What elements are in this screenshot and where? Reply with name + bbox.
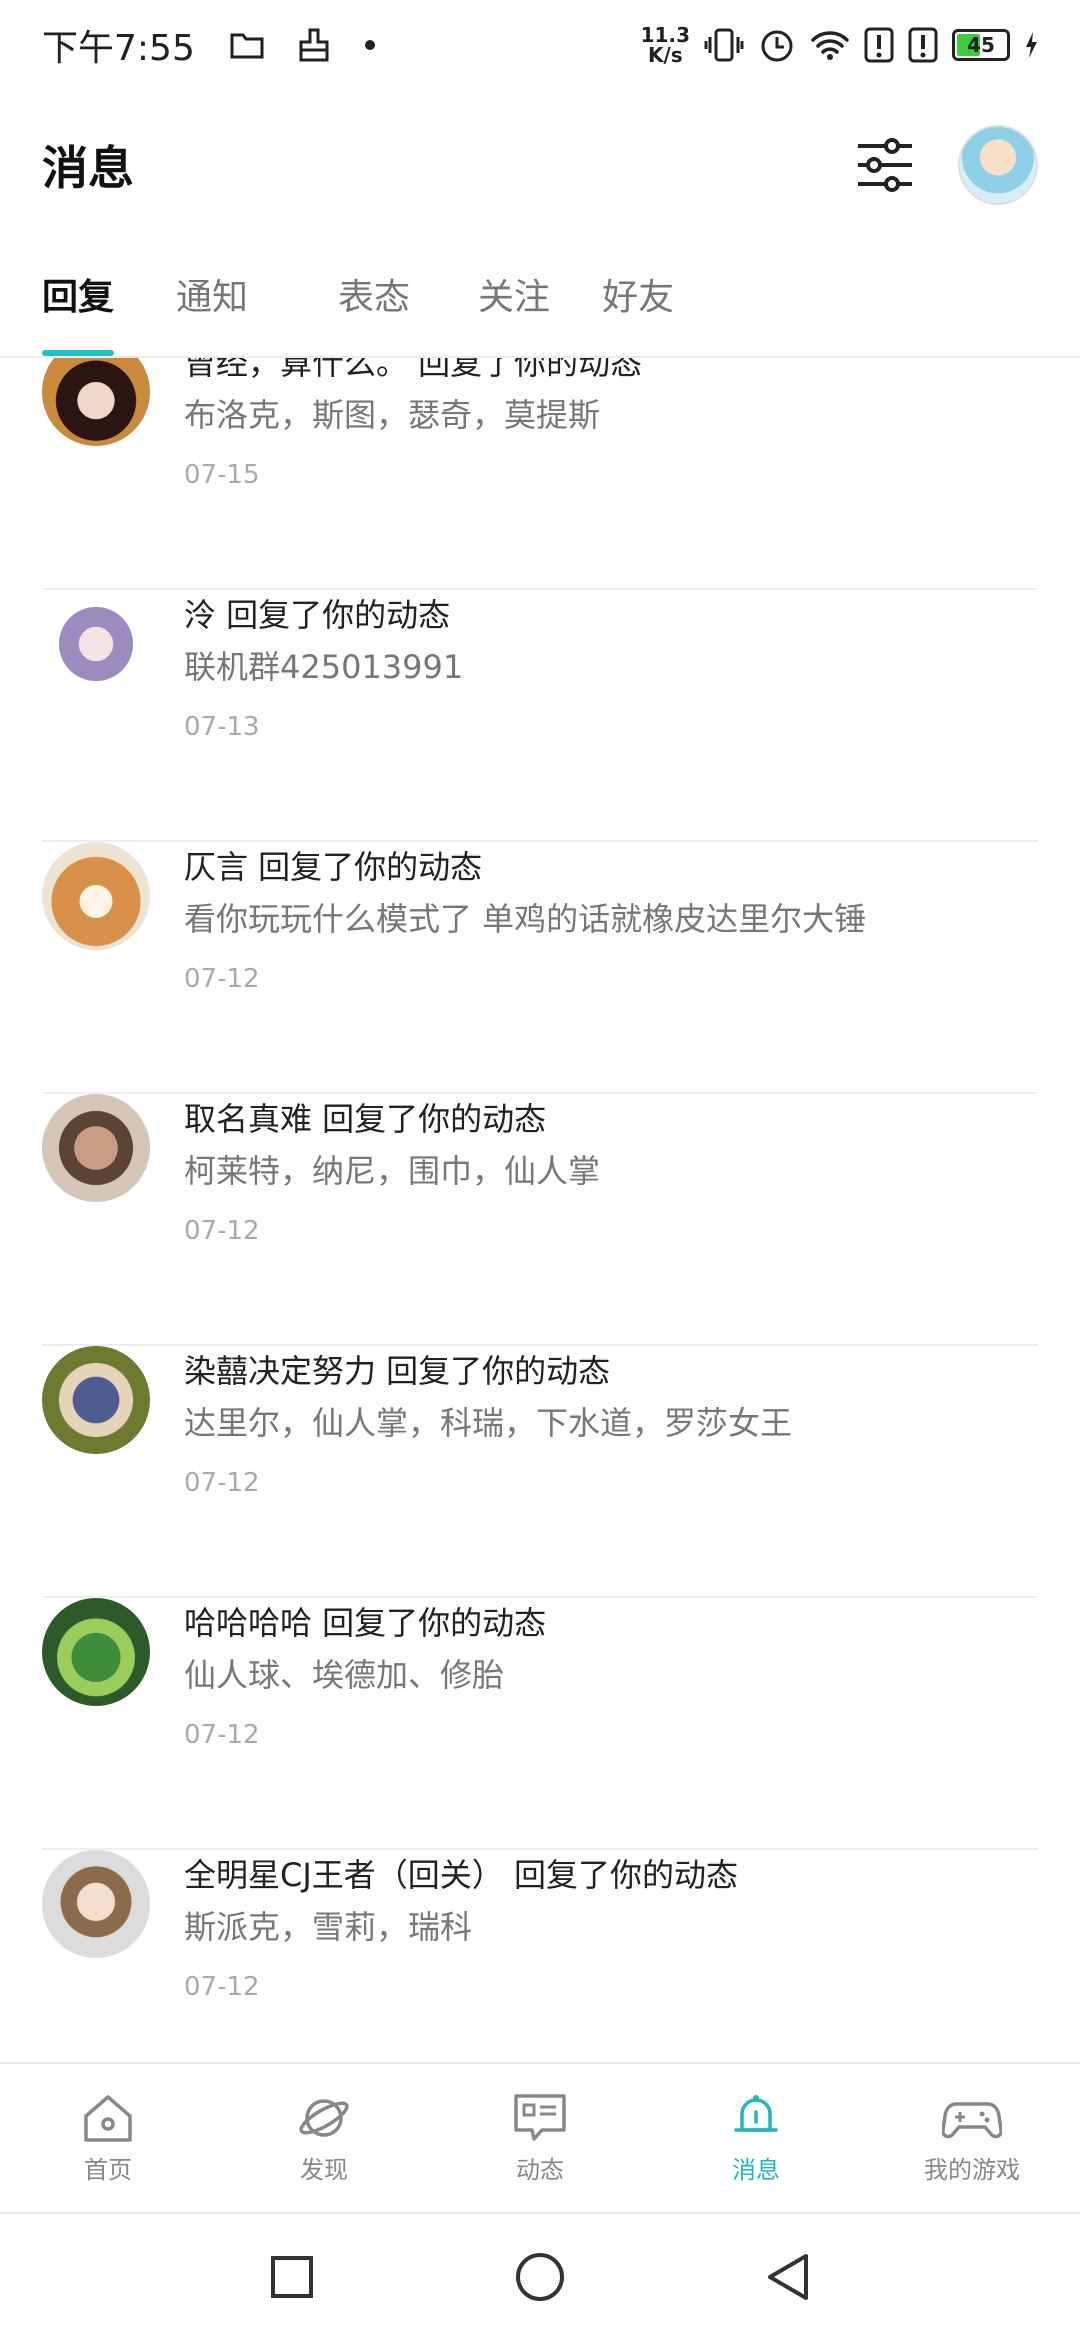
home-button-icon[interactable] <box>514 2251 566 2303</box>
message-date: 07-12 <box>184 1972 260 2002</box>
back-icon[interactable] <box>766 2252 810 2302</box>
message-date: 07-13 <box>184 712 260 742</box>
list-item[interactable]: 取名真难 回复了你的动态 柯莱特，纳尼，围巾，仙人掌 07-12 <box>42 1094 1038 1346</box>
feed-icon <box>514 2093 566 2141</box>
system-nav-bar <box>0 2212 1080 2340</box>
nav-messages[interactable]: 消息 <box>648 2064 864 2212</box>
list-item[interactable]: 仄言 回复了你的动态 看你玩玩什么模式了 单鸡的话就橡皮达里尔大锤 07-12 <box>42 842 1038 1094</box>
message-content: 布洛克，斯图，瑟奇，莫提斯 <box>184 396 601 434</box>
avatar[interactable] <box>42 842 150 950</box>
message-title: 哈哈哈哈 回复了你的动态 <box>184 1604 547 1642</box>
alert-icon <box>908 27 938 63</box>
folder-icon <box>230 33 264 59</box>
tab-reply[interactable]: 回复 <box>42 268 115 356</box>
message-date: 07-12 <box>184 1216 260 1246</box>
nav-feed[interactable]: 动态 <box>432 2064 648 2212</box>
message-date: 07-12 <box>184 964 260 994</box>
tab-follow[interactable]: 关注 <box>478 268 550 328</box>
tab-friends[interactable]: 好友 <box>602 268 674 328</box>
nav-home[interactable]: 首页 <box>0 2064 216 2212</box>
status-right-icons: 11.3 K/s 45 <box>641 25 1038 65</box>
message-title: 泠 回复了你的动态 <box>184 596 451 634</box>
message-date: 07-12 <box>184 1468 260 1498</box>
message-content: 看你玩玩什么模式了 单鸡的话就橡皮达里尔大锤 <box>184 900 867 938</box>
message-title: 仄言 回复了你的动态 <box>184 848 483 886</box>
charging-icon <box>1026 32 1037 58</box>
net-speed: 11.3 K/s <box>641 25 690 65</box>
gamepad-icon <box>942 2101 1002 2138</box>
filter-settings-icon[interactable] <box>856 138 914 192</box>
message-list[interactable]: 曾经，算什么。 回复了你的动态 布洛克，斯图，瑟奇，莫提斯 07-15 泠 回复… <box>0 358 1080 2062</box>
message-tabs: 回复 通知 表态 关注 好友 <box>0 240 1080 358</box>
bottom-nav: 首页 发现 动态 消息 我的游戏 <box>0 2062 1080 2212</box>
list-item[interactable]: 哈哈哈哈 回复了你的动态 仙人球、埃德加、修胎 07-12 <box>42 1598 1038 1850</box>
message-title: 全明星CJ王者（回关） 回复了你的动态 <box>184 1856 738 1894</box>
page-title: 消息 <box>42 141 134 195</box>
message-title: 染囍决定努力 回复了你的动态 <box>184 1352 611 1390</box>
avatar[interactable] <box>42 590 150 698</box>
status-left-icons <box>229 27 377 63</box>
header-actions <box>856 125 1038 205</box>
message-title: 曾经，算什么。 回复了你的动态 <box>184 358 643 382</box>
nav-home-label: 首页 <box>84 2155 132 2184</box>
dot-icon <box>364 40 375 50</box>
battery-icon: 45 <box>952 29 1010 61</box>
message-content: 柯莱特，纳尼，围巾，仙人掌 <box>184 1152 601 1190</box>
vibrate-icon <box>704 28 744 62</box>
message-content: 仙人球、埃德加、修胎 <box>184 1656 505 1694</box>
net-speed-unit: K/s <box>647 43 683 67</box>
recent-apps-icon[interactable] <box>270 2255 314 2299</box>
message-date: 07-12 <box>184 1720 260 1750</box>
nav-discover[interactable]: 发现 <box>216 2064 432 2212</box>
avatar[interactable] <box>42 1598 150 1706</box>
avatar[interactable] <box>42 358 150 446</box>
nav-my-games-label: 我的游戏 <box>924 2155 1020 2184</box>
message-title: 取名真难 回复了你的动态 <box>184 1100 547 1138</box>
status-time: 下午7:55 <box>42 28 195 69</box>
message-content: 斯派克，雪莉，瑞科 <box>184 1908 473 1946</box>
list-item[interactable]: 染囍决定努力 回复了你的动态 达里尔，仙人掌，科瑞，下水道，罗莎女王 07-12 <box>42 1346 1038 1598</box>
nav-messages-label: 消息 <box>732 2155 780 2184</box>
nav-my-games[interactable]: 我的游戏 <box>864 2064 1080 2212</box>
avatar[interactable] <box>42 1094 150 1202</box>
list-item[interactable]: 曾经，算什么。 回复了你的动态 布洛克，斯图，瑟奇，莫提斯 07-15 <box>42 358 1038 590</box>
wifi-icon <box>811 31 849 60</box>
nav-discover-label: 发现 <box>300 2155 348 2184</box>
message-content: 联机群425013991 <box>184 648 464 686</box>
broom-icon <box>299 28 329 62</box>
user-avatar[interactable] <box>958 125 1038 205</box>
nav-feed-label: 动态 <box>516 2155 564 2184</box>
home-icon <box>84 2094 132 2142</box>
alert-icon <box>864 27 894 63</box>
list-item[interactable]: 全明星CJ王者（回关） 回复了你的动态 斯派克，雪莉，瑞科 07-12 <box>42 1850 1038 2062</box>
net-speed-value: 11.3 <box>640 23 690 47</box>
status-bar: 下午7:55 11.3 K/s 45 <box>0 0 1080 90</box>
message-date: 07-15 <box>184 460 260 490</box>
alarm-icon <box>761 30 793 62</box>
tab-reaction[interactable]: 表态 <box>338 268 410 328</box>
avatar[interactable] <box>42 1346 150 1454</box>
header: 消息 <box>0 90 1080 240</box>
tab-notice[interactable]: 通知 <box>176 268 248 328</box>
planet-icon <box>299 2098 349 2137</box>
message-content: 达里尔，仙人掌，科瑞，下水道，罗莎女王 <box>184 1404 793 1442</box>
battery-level: 45 <box>967 33 995 57</box>
avatar[interactable] <box>42 1850 150 1958</box>
list-item[interactable]: 泠 回复了你的动态 联机群425013991 07-13 <box>42 590 1038 842</box>
bell-icon <box>734 2094 778 2132</box>
